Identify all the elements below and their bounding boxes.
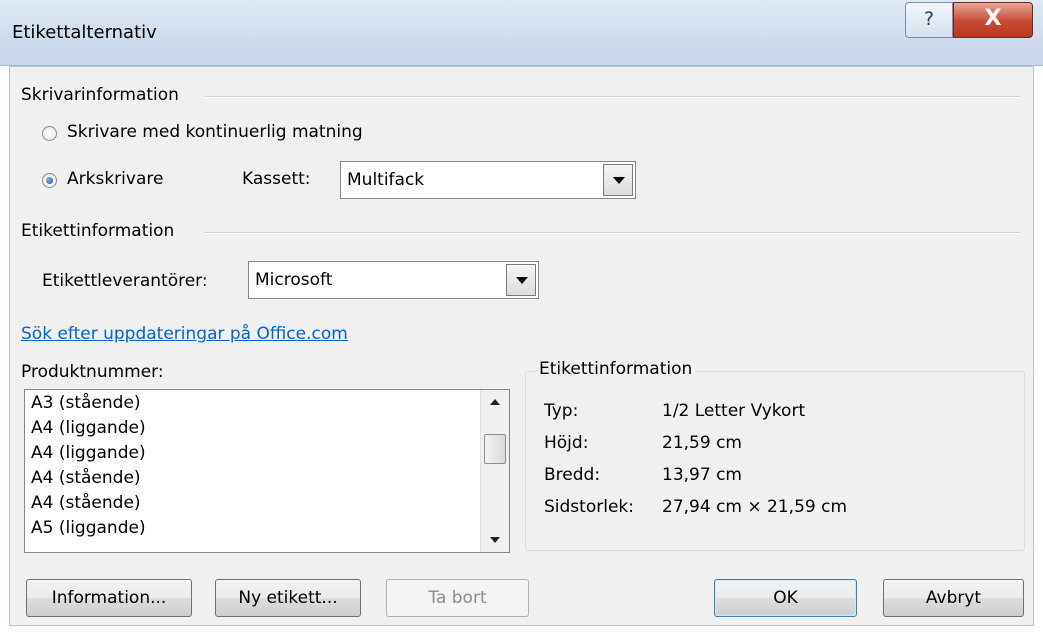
list-item[interactable]: A4 (liggande): [31, 415, 146, 441]
window-title: Etikettalternativ: [12, 22, 157, 43]
cancel-button[interactable]: Avbryt: [883, 579, 1024, 617]
scroll-up-icon[interactable]: [481, 390, 509, 414]
information-button[interactable]: Information...: [26, 579, 192, 617]
list-scrollbar[interactable]: [480, 390, 509, 552]
list-item[interactable]: A4 (stående): [31, 490, 141, 516]
sheet-printer-label[interactable]: Arkskrivare: [67, 169, 163, 189]
title-bar: Etikettalternativ ? X: [0, 0, 1043, 66]
sheet-printer-radio[interactable]: [42, 173, 57, 188]
detail-key-width: Bredd:: [544, 465, 601, 485]
label-details-heading: Etikettinformation: [537, 359, 697, 379]
product-number-heading: Produktnummer:: [21, 362, 164, 382]
vendor-label: Etikettleverantörer:: [42, 271, 208, 291]
help-icon: ?: [923, 8, 935, 30]
detail-value-height: 21,59 cm: [662, 433, 742, 453]
continuous-printer-radio[interactable]: [42, 126, 57, 141]
help-button[interactable]: ?: [905, 2, 953, 38]
list-item[interactable]: A4 (liggande): [31, 440, 146, 466]
close-button[interactable]: X: [953, 2, 1033, 38]
scroll-thumb[interactable]: [484, 434, 506, 464]
continuous-printer-label[interactable]: Skrivare med kontinuerlig matning: [67, 122, 363, 142]
scroll-down-icon[interactable]: [481, 528, 509, 552]
detail-value-type: 1/2 Letter Vykort: [662, 401, 806, 421]
office-update-link[interactable]: Sök efter uppdateringar på Office.com: [21, 324, 348, 344]
product-number-list[interactable]: A3 (stående) A4 (liggande) A4 (liggande)…: [24, 389, 510, 553]
tray-select-value: Multifack: [347, 170, 425, 190]
vendor-select[interactable]: Microsoft: [248, 261, 539, 299]
close-icon: X: [984, 6, 1002, 31]
delete-button: Ta bort: [386, 579, 529, 617]
chevron-down-icon[interactable]: [603, 164, 633, 196]
detail-value-width: 13,97 cm: [662, 465, 742, 485]
printer-info-heading: Skrivarinformation: [21, 85, 179, 105]
detail-key-height: Höjd:: [544, 433, 589, 453]
vendor-select-value: Microsoft: [255, 270, 333, 290]
list-item[interactable]: A5 (liggande): [31, 515, 146, 541]
list-item[interactable]: A4 (stående): [31, 465, 141, 491]
tray-select[interactable]: Multifack: [340, 161, 636, 199]
label-info-separator: [204, 232, 1021, 234]
ok-button[interactable]: OK: [714, 579, 857, 617]
chevron-down-icon[interactable]: [506, 264, 536, 296]
label-details-box: [525, 371, 1025, 551]
detail-key-type: Typ:: [544, 401, 579, 421]
dialog-body: Skrivarinformation Skrivare med kontinue…: [9, 66, 1034, 626]
printer-info-separator: [206, 96, 1021, 98]
detail-value-page-size: 27,94 cm × 21,59 cm: [662, 497, 848, 517]
detail-key-page-size: Sidstorlek:: [544, 497, 634, 517]
new-label-button[interactable]: Ny etikett...: [215, 579, 361, 617]
list-item[interactable]: A3 (stående): [31, 390, 141, 416]
tray-label: Kassett:: [242, 169, 311, 189]
label-info-heading: Etikettinformation: [21, 221, 175, 241]
